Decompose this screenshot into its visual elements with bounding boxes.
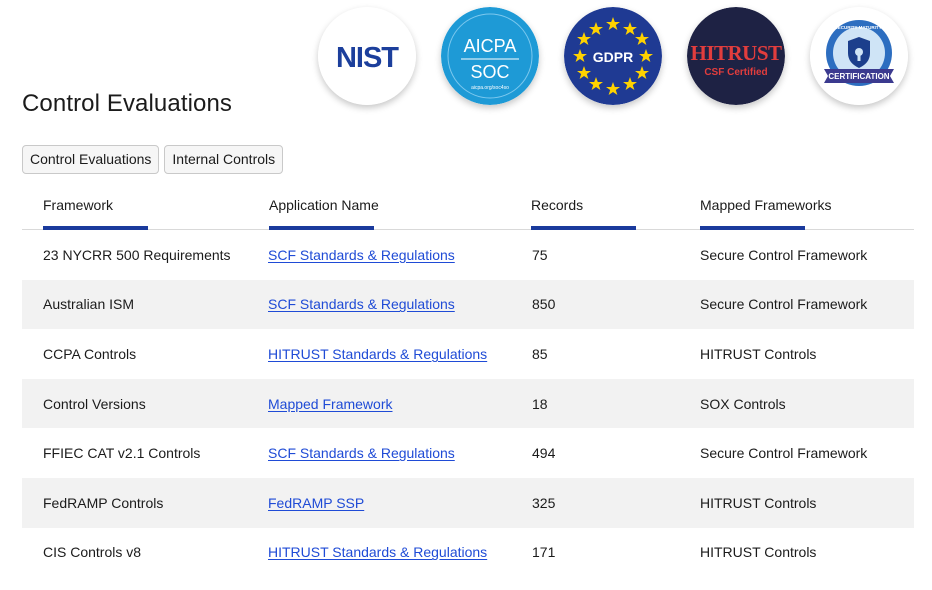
hitrust-badge: HITRUST CSF Certified <box>687 7 785 105</box>
cmmc-caption: CYBERSECURITY MATURITY MODEL <box>819 25 899 30</box>
records-cell: 75 <box>532 246 548 263</box>
table-row: Control Versions Mapped Framework 18 SOX… <box>22 378 914 429</box>
mapped-framework-cell: Secure Control Framework <box>700 246 868 263</box>
table-row: Australian ISM SCF Standards & Regulatio… <box>22 279 914 330</box>
mapped-framework-cell: HITRUST Controls <box>700 345 817 362</box>
table-row: 23 NYCRR 500 Requirements SCF Standards … <box>22 230 914 280</box>
records-cell: 325 <box>532 494 556 511</box>
mapped-framework-cell: HITRUST Controls <box>700 544 817 561</box>
cmmc-ribbon-text: CERTIFICATION <box>828 72 889 81</box>
framework-cell: FedRAMP Controls <box>43 494 164 511</box>
framework-cell: CCPA Controls <box>43 345 137 362</box>
application-link[interactable]: SCF Standards & Regulations <box>268 296 455 312</box>
framework-cell: Control Versions <box>43 395 146 412</box>
records-cell: 494 <box>532 445 556 462</box>
aicpa-soc-badge: AICPA SOC aicpa.org/soc4so <box>441 7 539 105</box>
tab-bar: Control Evaluations Internal Controls <box>22 145 284 174</box>
page-title: Control Evaluations <box>22 90 233 117</box>
application-link[interactable]: SCF Standards & Regulations <box>268 445 455 461</box>
application-link[interactable]: HITRUST Standards & Regulations <box>268 346 487 362</box>
column-header-records[interactable]: Records <box>531 197 583 213</box>
application-link[interactable]: FedRAMP SSP <box>268 495 364 511</box>
control-evaluations-table: Framework Application Name Records Mappe… <box>22 186 914 577</box>
mapped-framework-cell: Secure Control Framework <box>700 445 868 462</box>
application-link[interactable]: Mapped Framework <box>268 396 393 412</box>
records-cell: 171 <box>532 544 556 561</box>
framework-cell: CIS Controls v8 <box>43 544 142 561</box>
application-link[interactable]: HITRUST Standards & Regulations <box>268 544 487 560</box>
mapped-framework-cell: SOX Controls <box>700 395 786 412</box>
certification-badges: NIST AICPA SOC aicpa.org/soc4so GDPR HIT… <box>318 7 918 112</box>
nist-badge: NIST <box>318 7 416 105</box>
table-row: FFIEC CAT v2.1 Controls SCF Standards & … <box>22 428 914 478</box>
mapped-framework-cell: Secure Control Framework <box>700 296 868 313</box>
table-row: FedRAMP Controls FedRAMP SSP 325 HITRUST… <box>22 477 914 528</box>
application-link[interactable]: SCF Standards & Regulations <box>268 247 455 263</box>
column-header-mapped-frameworks[interactable]: Mapped Frameworks <box>700 197 832 213</box>
framework-cell: 23 NYCRR 500 Requirements <box>43 246 231 263</box>
cmmc-badge: CYBERSECURITY MATURITY MODEL CERTIFICATI… <box>810 7 908 105</box>
table-header: Framework Application Name Records Mappe… <box>22 186 914 230</box>
tab-control-evaluations[interactable]: Control Evaluations <box>22 145 160 174</box>
framework-cell: FFIEC CAT v2.1 Controls <box>43 445 201 462</box>
mapped-framework-cell: HITRUST Controls <box>700 494 817 511</box>
hitrust-caption: CSF Certified <box>704 67 767 78</box>
column-header-application-name[interactable]: Application Name <box>269 197 379 213</box>
framework-cell: Australian ISM <box>43 296 135 313</box>
column-header-framework[interactable]: Framework <box>43 197 113 213</box>
aicpa-text: AICPA <box>464 36 517 56</box>
tab-internal-controls[interactable]: Internal Controls <box>164 145 284 174</box>
gdpr-badge: GDPR <box>564 7 662 105</box>
aicpa-caption: aicpa.org/soc4so <box>471 85 509 91</box>
nist-logo-text: NIST <box>336 42 399 74</box>
records-cell: 18 <box>532 395 548 412</box>
records-cell: 850 <box>532 296 556 313</box>
soc-text: SOC <box>470 62 509 82</box>
hitrust-text: HITRUST <box>690 41 782 65</box>
records-cell: 85 <box>532 345 548 362</box>
gdpr-text: GDPR <box>593 49 633 65</box>
table-row: CCPA Controls HITRUST Standards & Regula… <box>22 329 914 379</box>
table-row: CIS Controls v8 HITRUST Standards & Regu… <box>22 528 914 578</box>
